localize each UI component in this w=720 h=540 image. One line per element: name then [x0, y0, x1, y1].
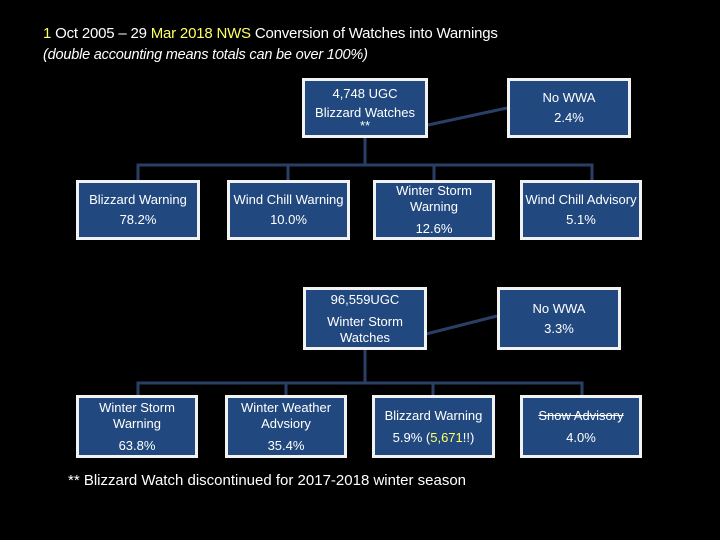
outcome-label: Blizzard Warning — [89, 192, 187, 207]
outcome-label: Winter Storm Warning — [396, 183, 472, 214]
winter-storm-no-wwa-box: No WWA 3.3% — [497, 287, 621, 350]
winter-storm-watch-label: Winter Storm Watches — [327, 313, 403, 345]
outcome-value: 4.0% — [566, 429, 596, 445]
connector — [427, 106, 508, 127]
blizzard-warning-box-2: Blizzard Warning 5.9% (5,671!!) — [372, 395, 495, 458]
outcome-value: 5.9% (5,671!!) — [392, 429, 475, 445]
outcome-value: 78.2% — [119, 212, 157, 227]
outcome-label: Winter Weather Advsiory — [240, 399, 332, 431]
connector — [136, 381, 584, 395]
footnote: ** Blizzard Watch discontinued for 2017-… — [68, 472, 466, 489]
outcome-label: Wind Chill Warning — [233, 192, 344, 207]
no-wwa-value: 3.3% — [544, 320, 574, 336]
outcome-label: Winter Storm Warning — [99, 399, 175, 431]
blizzard-no-wwa-box: No WWA 2.4% — [507, 78, 631, 138]
connector — [136, 163, 594, 180]
blizzard-warning-box: Blizzard Warning 78.2% — [76, 180, 200, 240]
winter-storm-watch-count: 96,559UGC — [330, 291, 400, 307]
winter-storm-watches-box: 96,559UGC Winter Storm Watches — [303, 287, 427, 350]
winter-weather-advisory-box: Winter Weather Advsiory 35.4% — [225, 395, 347, 458]
no-wwa-label: No WWA — [542, 90, 596, 105]
outcome-value: 5.1% — [566, 212, 596, 227]
no-wwa-label: No WWA — [532, 300, 586, 316]
outcome-label: Wind Chill Advisory — [525, 192, 637, 207]
wind-chill-advisory-box: Wind Chill Advisory 5.1% — [520, 180, 642, 240]
outcome-label: Snow Advisory — [538, 407, 624, 423]
outcome-value: 63.8% — [118, 437, 156, 453]
outcome-value: 12.6% — [415, 221, 453, 236]
outcome-value: 35.4% — [267, 437, 305, 453]
connector — [425, 314, 498, 336]
no-wwa-value: 2.4% — [554, 110, 584, 125]
snow-advisory-box: Snow Advisory 4.0% — [520, 395, 642, 458]
blizzard-watch-count: 4,748 UGC — [332, 85, 398, 101]
blizzard-warning-count: 5,671 — [430, 429, 463, 445]
outcome-value: 10.0% — [270, 212, 307, 227]
wind-chill-warning-box: Wind Chill Warning 10.0% — [227, 180, 350, 240]
winter-storm-warning-box: Winter Storm Warning 12.6% — [373, 180, 495, 240]
blizzard-watches-box: 4,748 UGC Blizzard Watches ** — [302, 78, 428, 138]
winter-storm-warning-box: Winter Storm Warning 63.8% — [76, 395, 198, 458]
outcome-label: Blizzard Warning — [384, 407, 483, 423]
blizzard-watch-note: ** — [359, 117, 371, 133]
